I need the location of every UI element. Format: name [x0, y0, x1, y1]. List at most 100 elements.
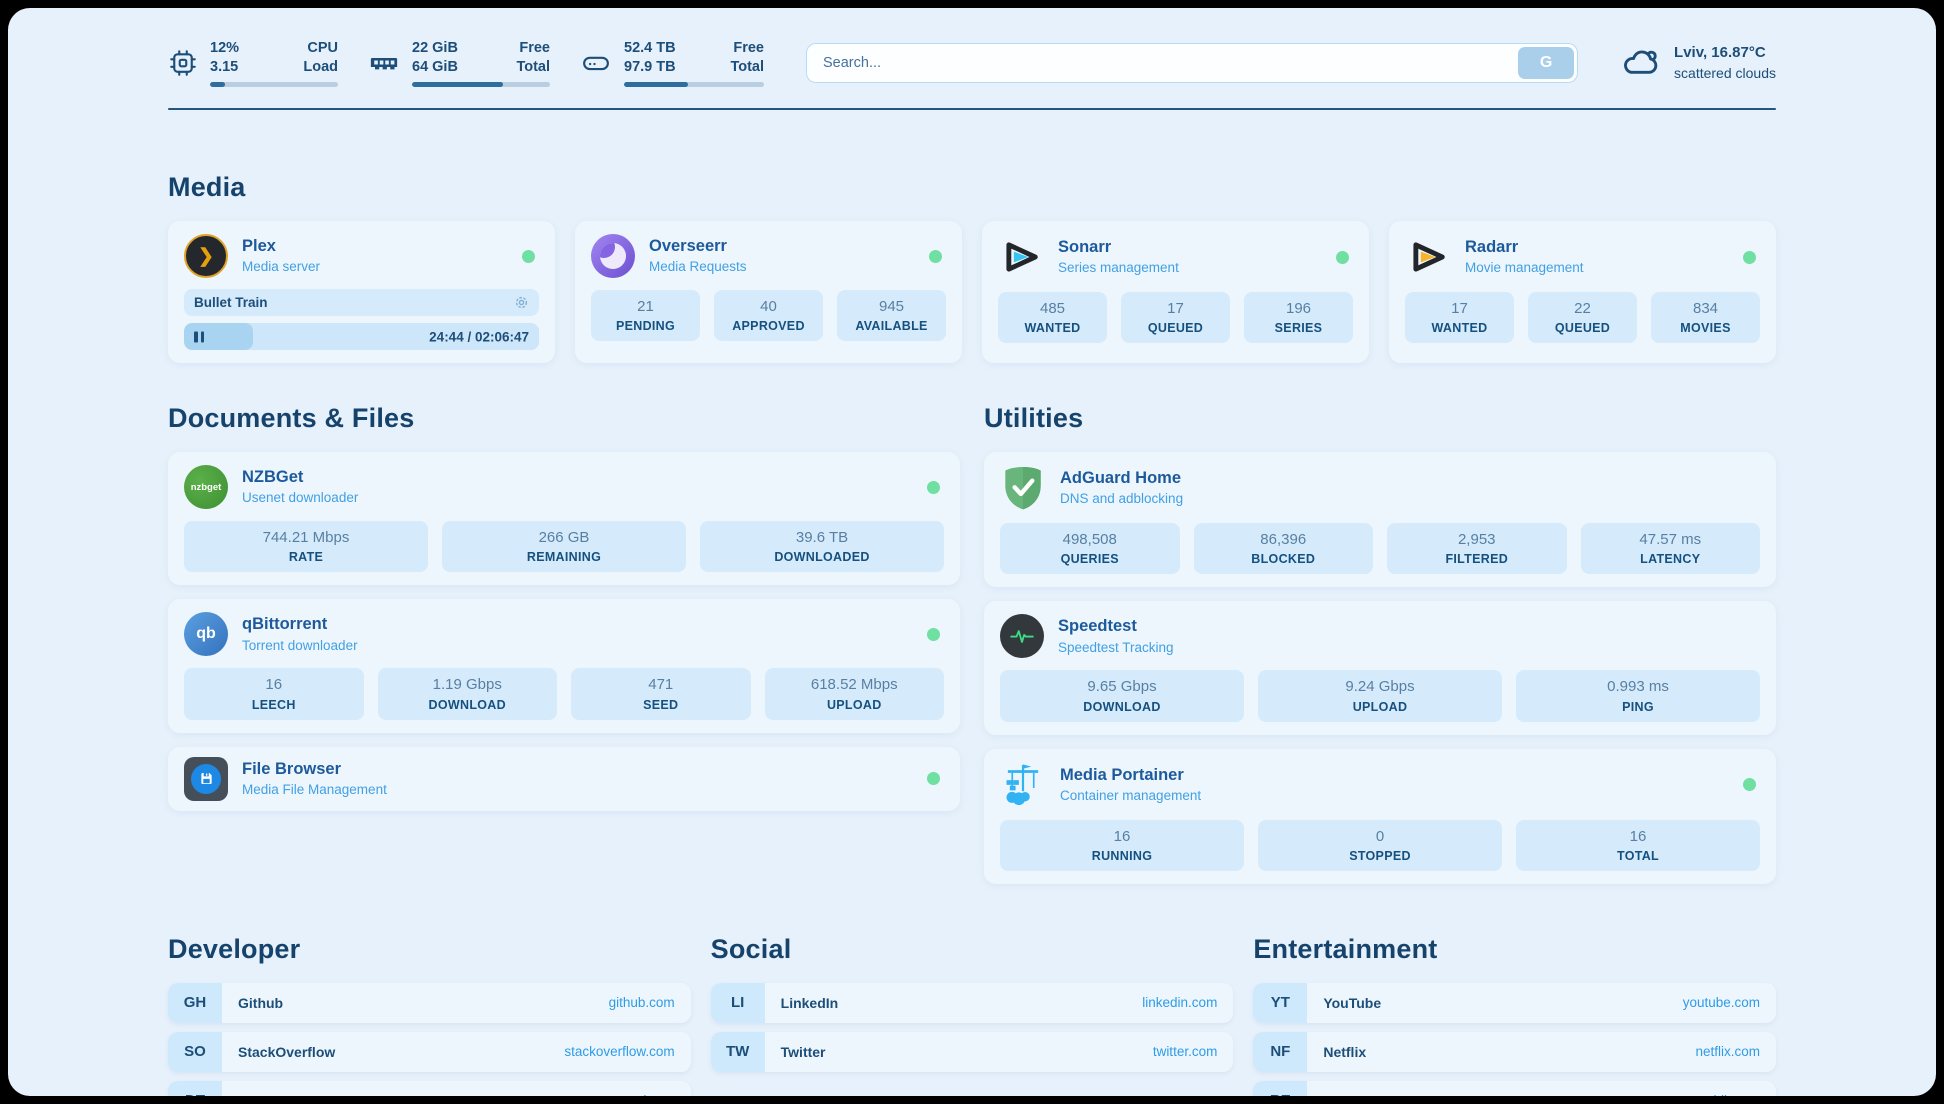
bookmark-dev[interactable]: DT DEV dev.to — [168, 1081, 691, 1096]
bookmark-url[interactable]: reddit.com — [1697, 1093, 1760, 1096]
section-documents: Documents & Files nzbget NZBGet Usenet d… — [168, 403, 960, 811]
disk-progress-track — [624, 82, 764, 87]
bookmark-name: Netflix — [1323, 1044, 1366, 1060]
bookmark-stackoverflow[interactable]: SO StackOverflow stackoverflow.com — [168, 1032, 691, 1072]
app-card-portainer[interactable]: Media Portainer Container management 16 … — [984, 749, 1776, 884]
now-playing-strip: Bullet Train — [184, 289, 539, 316]
status-dot — [1743, 251, 1756, 264]
memory-icon — [368, 48, 400, 78]
status-dot — [929, 250, 942, 263]
bookmark-linkedin[interactable]: LI LinkedIn linkedin.com — [711, 983, 1234, 1023]
bookmark-twitter[interactable]: TW Twitter twitter.com — [711, 1032, 1234, 1072]
stat-box-series: 196 SERIES — [1244, 292, 1353, 343]
bookmark-url[interactable]: netflix.com — [1695, 1044, 1760, 1059]
playback-progress-bar[interactable]: 24:44 / 02:06:47 — [184, 323, 539, 350]
portainer-icon — [1000, 762, 1046, 808]
disk-icon — [580, 48, 612, 78]
bookmark-group-social: Social LI LinkedIn linkedin.com TW Twitt… — [711, 934, 1234, 1081]
cpu-loadavg-value: 3.15 — [210, 58, 239, 77]
cpu-load-widget: 12% 3.15 CPU Load — [168, 39, 338, 87]
bookmark-name: DEV — [238, 1093, 267, 1096]
memory-total-value: 64 GiB — [412, 58, 458, 77]
memory-widget: 22 GiB 64 GiB Free Total — [368, 39, 550, 87]
bookmark-abbr: GH — [168, 983, 222, 1023]
disk-label: Free — [730, 39, 764, 58]
adguard-icon — [1000, 465, 1046, 511]
bookmark-youtube[interactable]: YT YouTube youtube.com — [1253, 983, 1776, 1023]
bookmark-abbr: RE — [1253, 1081, 1307, 1096]
weather-condition: scattered clouds — [1674, 64, 1776, 83]
nzbget-icon: nzbget — [184, 465, 228, 509]
disk-widget: 52.4 TB 97.9 TB Free Total — [580, 39, 764, 87]
stat-box-ping: 0.993 ms PING — [1516, 670, 1760, 721]
top-bar: 12% 3.15 CPU Load — [168, 34, 1776, 92]
bookmark-name: Twitter — [781, 1044, 826, 1060]
bookmark-netflix[interactable]: NF Netflix netflix.com — [1253, 1032, 1776, 1072]
section-utilities: Utilities AdGu — [984, 403, 1776, 884]
bookmark-group-developer: Developer GH Github github.com SO StackO… — [168, 934, 691, 1096]
bookmark-url[interactable]: github.com — [609, 995, 675, 1010]
stat-box-movies: 834 MOVIES — [1651, 292, 1760, 343]
status-dot — [927, 481, 940, 494]
bookmark-url[interactable]: stackoverflow.com — [564, 1044, 674, 1059]
bookmark-abbr: DT — [168, 1081, 222, 1096]
radarr-icon — [1405, 234, 1451, 280]
plex-icon: ❯ — [184, 234, 228, 278]
app-card-qbittorrent[interactable]: qb qBittorrent Torrent downloader 16 LEE… — [168, 599, 960, 732]
stat-box-total: 16 TOTAL — [1516, 820, 1760, 871]
overseerr-icon — [591, 234, 635, 278]
stat-box-queries: 498,508 QUERIES — [1000, 523, 1180, 574]
cpu-progress-track — [210, 82, 338, 87]
app-subtitle: DNS and adblocking — [1060, 490, 1183, 508]
weather-location: Lviv, 16.87°C — [1674, 43, 1776, 63]
bookmark-github[interactable]: GH Github github.com — [168, 983, 691, 1023]
filebrowser-icon — [184, 757, 228, 801]
app-card-overseerr[interactable]: Overseerr Media Requests 21 PENDING 40 A… — [575, 221, 962, 363]
app-subtitle: Media server — [242, 258, 320, 276]
bookmark-url[interactable]: dev.to — [639, 1093, 675, 1096]
disk-total-value: 97.9 TB — [624, 58, 676, 77]
bookmark-name: StackOverflow — [238, 1044, 335, 1060]
search-input[interactable] — [806, 43, 1578, 83]
bookmark-url[interactable]: linkedin.com — [1142, 995, 1217, 1010]
section-media: Media ❯ Plex Media server Bullet Train — [168, 172, 1776, 363]
app-card-nzbget[interactable]: nzbget NZBGet Usenet downloader 744.21 M… — [168, 452, 960, 585]
status-dot — [1336, 251, 1349, 264]
search-provider-button[interactable]: G — [1518, 47, 1574, 79]
bookmark-abbr: SO — [168, 1032, 222, 1072]
header-divider — [168, 108, 1776, 110]
stat-box-blocked: 86,396 BLOCKED — [1194, 523, 1374, 574]
media-settings-icon[interactable] — [514, 295, 529, 310]
bookmark-reddit[interactable]: RE Reddit reddit.com — [1253, 1081, 1776, 1096]
stat-box-rate: 744.21 Mbps RATE — [184, 521, 428, 572]
app-title: File Browser — [242, 759, 387, 780]
cloud-icon — [1620, 43, 1662, 84]
app-card-adguard[interactable]: AdGuard Home DNS and adblocking 498,508 … — [984, 452, 1776, 587]
pause-icon[interactable] — [194, 331, 204, 342]
status-dot — [1743, 778, 1756, 791]
stat-box-download: 1.19 Gbps DOWNLOAD — [378, 668, 558, 719]
app-subtitle: Usenet downloader — [242, 489, 358, 507]
bookmark-url[interactable]: twitter.com — [1153, 1044, 1218, 1059]
app-card-radarr[interactable]: Radarr Movie management 17 WANTED 22 QUE… — [1389, 221, 1776, 363]
cpu-progress-fill — [210, 82, 225, 87]
section-title-developer: Developer — [168, 934, 691, 965]
bookmark-name: LinkedIn — [781, 995, 839, 1011]
cpu-label: CPU — [303, 39, 338, 58]
stat-box-running: 16 RUNNING — [1000, 820, 1244, 871]
app-card-sonarr[interactable]: Sonarr Series management 485 WANTED 17 Q… — [982, 221, 1369, 363]
app-subtitle: Media File Management — [242, 781, 387, 799]
app-subtitle: Movie management — [1465, 259, 1584, 277]
app-subtitle: Series management — [1058, 259, 1179, 277]
app-card-speedtest[interactable]: Speedtest Speedtest Tracking 9.65 Gbps D… — [984, 601, 1776, 734]
bookmark-name: YouTube — [1323, 995, 1381, 1011]
app-card-filebrowser[interactable]: File Browser Media File Management — [168, 747, 960, 811]
stat-box-available: 945 AVAILABLE — [837, 290, 946, 341]
bookmark-url[interactable]: youtube.com — [1683, 995, 1760, 1010]
app-title: Media Portainer — [1060, 765, 1201, 786]
app-subtitle: Speedtest Tracking — [1058, 639, 1174, 657]
system-stats: 12% 3.15 CPU Load — [168, 39, 764, 87]
stat-box-pending: 21 PENDING — [591, 290, 700, 341]
app-card-plex[interactable]: ❯ Plex Media server Bullet Train — [168, 221, 555, 363]
stat-box-wanted: 17 WANTED — [1405, 292, 1514, 343]
